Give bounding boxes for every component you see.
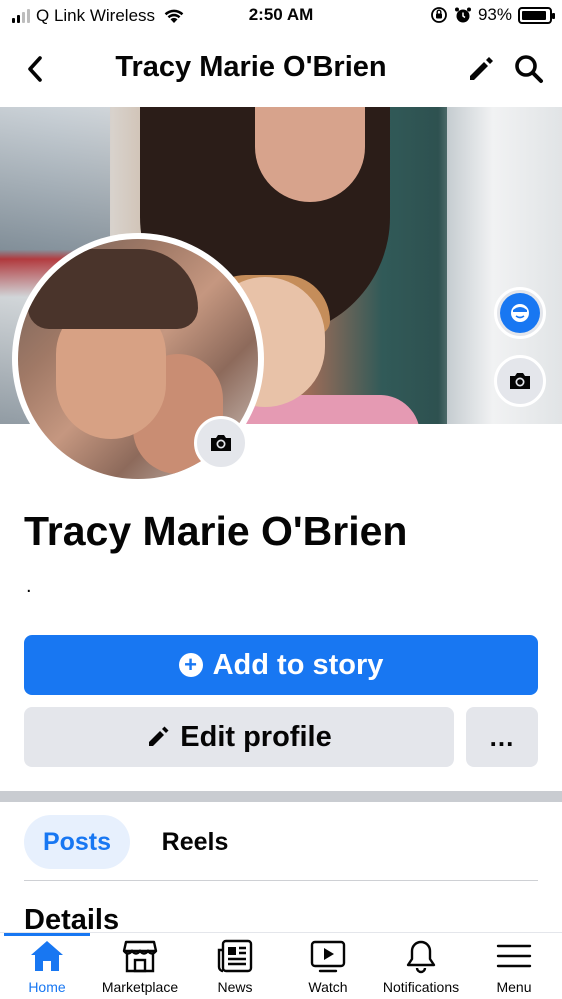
- nav-menu[interactable]: Menu: [492, 937, 536, 999]
- battery-icon: [518, 6, 555, 24]
- home-icon: [31, 941, 63, 971]
- tab-posts-label: Posts: [42, 827, 112, 856]
- nav-news[interactable]: News: [210, 937, 260, 999]
- search-icon: [515, 55, 543, 83]
- add-to-story-label: Add to story: [212, 648, 384, 681]
- tab-posts[interactable]: Posts: [24, 815, 130, 869]
- active-tab-indicator: [4, 933, 90, 936]
- nav-notifications-label: Notifications: [382, 979, 460, 995]
- cover-camera-button[interactable]: [494, 355, 546, 407]
- pencil-icon: [149, 726, 169, 746]
- status-right: 93%: [430, 5, 555, 25]
- nav-home[interactable]: Home: [20, 937, 74, 999]
- page-title: Tracy Marie O'Brien: [115, 51, 387, 83]
- top-nav: Tracy Marie O'Brien: [0, 34, 562, 104]
- nav-marketplace[interactable]: Marketplace: [96, 937, 184, 999]
- profile-photo-hair: [28, 249, 198, 329]
- edit-profile-label: Edit profile: [180, 720, 332, 753]
- section-divider: [0, 791, 562, 802]
- battery-level: [522, 10, 547, 20]
- profile-bio: .: [26, 575, 32, 597]
- bell-icon: [406, 940, 436, 974]
- avatar-icon: [511, 304, 529, 322]
- nav-home-label: Home: [28, 979, 66, 995]
- avatar-icon-bg: [500, 293, 540, 333]
- add-to-story-button[interactable]: + Add to story: [24, 635, 538, 695]
- pencil-icon: [470, 57, 493, 80]
- marketplace-icon: [122, 940, 158, 973]
- more-options-button[interactable]: ...: [466, 707, 538, 767]
- back-button[interactable]: [18, 52, 52, 86]
- more-icon: ...: [489, 721, 515, 752]
- alarm-icon: [454, 7, 471, 23]
- orientation-lock-icon: [431, 7, 447, 23]
- nav-marketplace-label: Marketplace: [101, 979, 179, 995]
- camera-icon: [211, 435, 231, 451]
- back-icon: [28, 56, 42, 82]
- bottom-tab-bar: Home Marketplace News Watch Notification…: [0, 932, 562, 999]
- tab-reels[interactable]: Reels: [148, 815, 242, 869]
- camera-icon: [510, 373, 530, 389]
- plus-circle-icon: +: [178, 653, 203, 677]
- profile-name: Tracy Marie O'Brien: [24, 508, 408, 554]
- nav-notifications[interactable]: Notifications: [376, 937, 466, 999]
- search-button[interactable]: [512, 52, 546, 86]
- battery-percent: 93%: [477, 5, 512, 24]
- nav-watch[interactable]: Watch: [302, 937, 354, 999]
- menu-icon: [496, 944, 532, 968]
- nav-watch-label: Watch: [308, 979, 348, 995]
- edit-button[interactable]: [464, 52, 498, 86]
- watch-icon: [310, 940, 346, 973]
- profile-camera-button[interactable]: [194, 416, 248, 470]
- nav-menu-label: Menu: [496, 979, 532, 995]
- nav-news-label: News: [217, 979, 253, 995]
- avatar-button[interactable]: [494, 287, 546, 339]
- status-bar: Q Link Wireless 2:50 AM 93%: [0, 0, 562, 34]
- edit-profile-button[interactable]: Edit profile: [24, 707, 454, 767]
- tab-reels-label: Reels: [161, 827, 229, 856]
- tabs-divider: [24, 880, 538, 881]
- news-icon: [217, 939, 253, 973]
